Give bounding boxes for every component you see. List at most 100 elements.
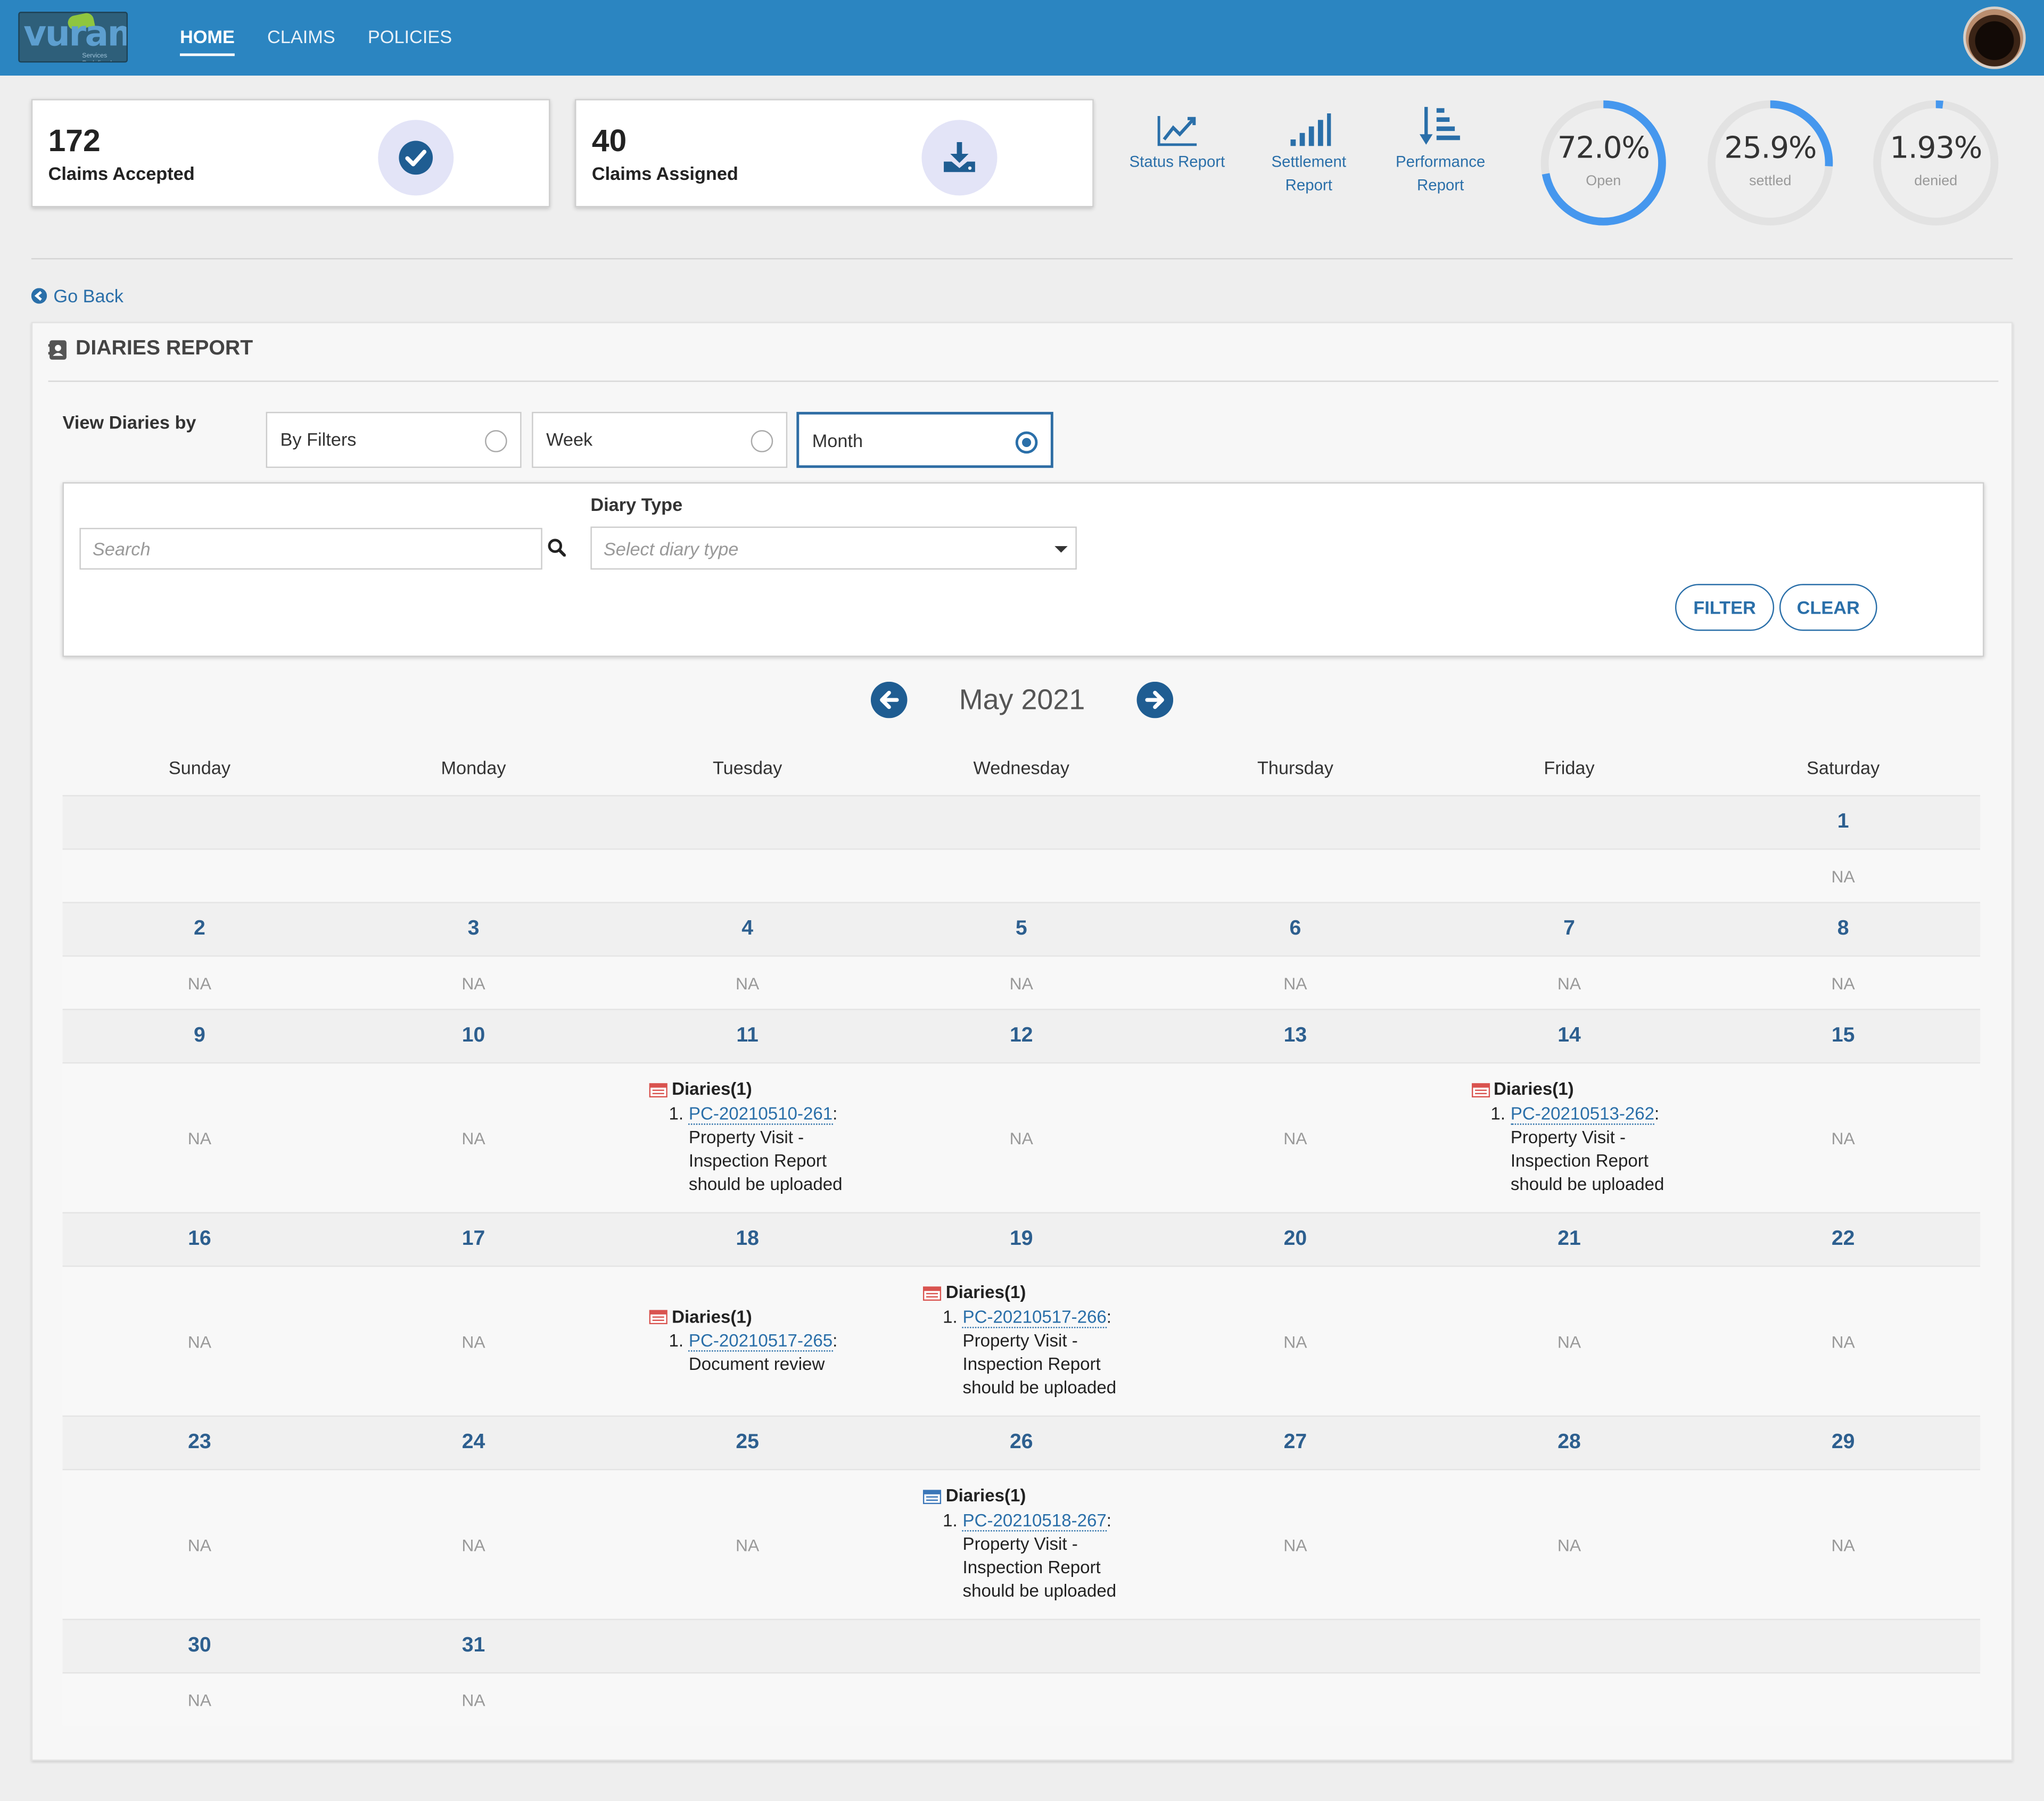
claims-accepted-card: 172 Claims Accepted bbox=[31, 99, 550, 208]
calendar-date[interactable]: 2 bbox=[63, 903, 337, 955]
status-report-link[interactable]: Status Report bbox=[1124, 112, 1231, 174]
radio-month[interactable]: Month bbox=[796, 411, 1053, 468]
app-root: vuram Services Redefined HOME CLAIMS POL… bbox=[0, 0, 2044, 1801]
calendar-date[interactable]: 8 bbox=[1706, 903, 1980, 955]
company-logo[interactable]: vuram Services Redefined bbox=[18, 12, 128, 63]
prev-month-icon[interactable] bbox=[870, 681, 908, 725]
calendar-date[interactable]: 9 bbox=[63, 1010, 337, 1062]
calendar-day-cell: NA bbox=[1158, 1470, 1432, 1618]
nav-policies[interactable]: POLICIES bbox=[368, 25, 452, 56]
calendar-date[interactable]: 10 bbox=[336, 1010, 611, 1062]
calendar-date[interactable]: 28 bbox=[1432, 1417, 1707, 1469]
nav-home[interactable]: HOME bbox=[179, 25, 235, 56]
diary-entry: Diaries(1) 1. PC-20210517-266: Property Vis… bbox=[924, 1282, 1119, 1401]
open-caption: Open bbox=[1586, 173, 1621, 189]
radio-circle[interactable] bbox=[485, 430, 507, 452]
radio-week[interactable]: Week bbox=[532, 411, 788, 468]
search-input[interactable] bbox=[79, 527, 542, 570]
diary-entry: Diaries(1) 1. PC-20210513-262: Property Vis… bbox=[1471, 1078, 1667, 1197]
calendar-day-cell: NA bbox=[63, 1063, 337, 1212]
diary-header: Diaries(1) bbox=[649, 1078, 845, 1102]
calendar-date[interactable]: 7 bbox=[1432, 903, 1707, 955]
calendar-date[interactable]: 31 bbox=[336, 1620, 611, 1672]
calendar-date[interactable]: 20 bbox=[1158, 1213, 1432, 1266]
calendar-day-cell bbox=[1706, 1674, 1980, 1726]
calendar-day-cell: NA bbox=[1432, 957, 1707, 1009]
diary-item: 1. PC-20210517-266: Property Visit - Inspe… bbox=[924, 1306, 1119, 1401]
go-back-link[interactable]: Go Back bbox=[31, 285, 123, 307]
calendar-date bbox=[1432, 1620, 1707, 1672]
calendar-date[interactable]: 13 bbox=[1158, 1010, 1432, 1062]
no-diary-text: NA bbox=[1557, 1534, 1581, 1555]
radio-by-filters-label: By Filters bbox=[280, 428, 357, 450]
calendar-date[interactable]: 29 bbox=[1706, 1417, 1980, 1469]
calendar-date[interactable]: 6 bbox=[1158, 903, 1432, 955]
open-percent: 72.0% bbox=[1557, 131, 1650, 166]
claim-link[interactable]: PC-20210518-267 bbox=[962, 1510, 1107, 1531]
calendar-date[interactable]: 23 bbox=[63, 1417, 337, 1469]
calendar-date[interactable]: 16 bbox=[63, 1213, 337, 1266]
calendar-date[interactable]: 12 bbox=[884, 1010, 1158, 1062]
calendar-date[interactable]: 25 bbox=[611, 1417, 885, 1469]
calendar-date bbox=[1158, 1620, 1432, 1672]
calendar-date[interactable]: 5 bbox=[884, 903, 1158, 955]
denied-progress-ring: 1.93% denied bbox=[1872, 99, 2000, 227]
claim-link[interactable]: PC-20210517-265 bbox=[688, 1331, 833, 1352]
logo-tagline: Services Redefined bbox=[82, 52, 112, 61]
calendar-date[interactable]: 19 bbox=[884, 1213, 1158, 1266]
diary-header: Diaries(1) bbox=[1471, 1078, 1667, 1102]
filter-button[interactable]: FILTER bbox=[1675, 584, 1775, 631]
weekday-friday: Friday bbox=[1544, 757, 1595, 779]
calendar-icon bbox=[649, 1310, 668, 1325]
calendar-day-cell: NA bbox=[63, 1267, 337, 1415]
calendar-date[interactable]: 17 bbox=[336, 1213, 611, 1266]
calendar-content-row: NA bbox=[62, 849, 1981, 902]
panel-title: DIARIES REPORT bbox=[48, 337, 253, 361]
no-diary-text: NA bbox=[1009, 1128, 1033, 1148]
diary-header-label: Diaries(1) bbox=[945, 1486, 1026, 1506]
calendar-date[interactable]: 4 bbox=[611, 903, 885, 955]
claim-link[interactable]: PC-20210513-262 bbox=[1510, 1103, 1655, 1125]
settlement-report-link[interactable]: Settlement Report bbox=[1259, 112, 1358, 197]
diary-item: 1. PC-20210510-261: Property Visit - Inspe… bbox=[649, 1102, 845, 1197]
clear-button[interactable]: CLEAR bbox=[1779, 584, 1877, 631]
calendar-date[interactable]: 14 bbox=[1432, 1010, 1707, 1062]
calendar-date[interactable]: 27 bbox=[1158, 1417, 1432, 1469]
calendar-date[interactable]: 18 bbox=[611, 1213, 885, 1266]
search-icon[interactable] bbox=[548, 538, 566, 563]
performance-report-link[interactable]: Performance Report bbox=[1387, 106, 1494, 197]
calendar-date-row: 2345678 bbox=[62, 902, 1981, 957]
calendar-date[interactable]: 15 bbox=[1706, 1010, 1980, 1062]
calendar-date[interactable]: 24 bbox=[336, 1417, 611, 1469]
calendar-date[interactable]: 30 bbox=[63, 1620, 337, 1672]
claim-link[interactable]: PC-20210510-261 bbox=[688, 1103, 833, 1125]
diary-header-label: Diaries(1) bbox=[672, 1079, 752, 1100]
calendar-date[interactable]: 26 bbox=[884, 1417, 1158, 1469]
denied-caption: denied bbox=[1914, 173, 1958, 189]
calendar-date[interactable]: 1 bbox=[1706, 796, 1980, 848]
top-navbar: vuram Services Redefined HOME CLAIMS POL… bbox=[0, 0, 2044, 76]
no-diary-text: NA bbox=[1831, 866, 1855, 886]
next-month-icon[interactable] bbox=[1136, 681, 1174, 725]
calendar-date[interactable]: 21 bbox=[1432, 1213, 1707, 1266]
calendar-date[interactable]: 22 bbox=[1706, 1213, 1980, 1266]
calendar-day-cell: Diaries(1) 1. PC-20210517-266: Property Vis… bbox=[884, 1267, 1158, 1415]
logo-text: vuram bbox=[23, 14, 126, 55]
nav-claims[interactable]: CLAIMS bbox=[267, 25, 335, 56]
calendar-date[interactable]: 3 bbox=[336, 903, 611, 955]
calendar-day-cell: NA bbox=[336, 1674, 611, 1726]
calendar-date[interactable]: 11 bbox=[611, 1010, 885, 1062]
settlement-report-label: Settlement Report bbox=[1271, 152, 1347, 194]
calendar-day-cell: NA bbox=[884, 1063, 1158, 1212]
calendar-date bbox=[336, 796, 611, 848]
radio-circle[interactable] bbox=[751, 430, 773, 452]
radio-circle-selected[interactable] bbox=[1015, 431, 1038, 454]
calendar-content-row: NA NA Diaries(1) 1. PC-20210517-265: Document… bbox=[62, 1267, 1981, 1416]
radio-by-filters[interactable]: By Filters bbox=[266, 411, 522, 468]
claim-link[interactable]: PC-20210517-266 bbox=[962, 1307, 1107, 1328]
weekday-header: Sunday Monday Tuesday Wednesday Thursday… bbox=[63, 752, 1980, 795]
diary-type-select[interactable]: Select diary type bbox=[590, 526, 1077, 570]
user-avatar[interactable] bbox=[1963, 6, 2026, 69]
claims-assigned-card: 40 Claims Assigned bbox=[575, 99, 1094, 208]
no-diary-text: NA bbox=[1831, 1128, 1855, 1148]
